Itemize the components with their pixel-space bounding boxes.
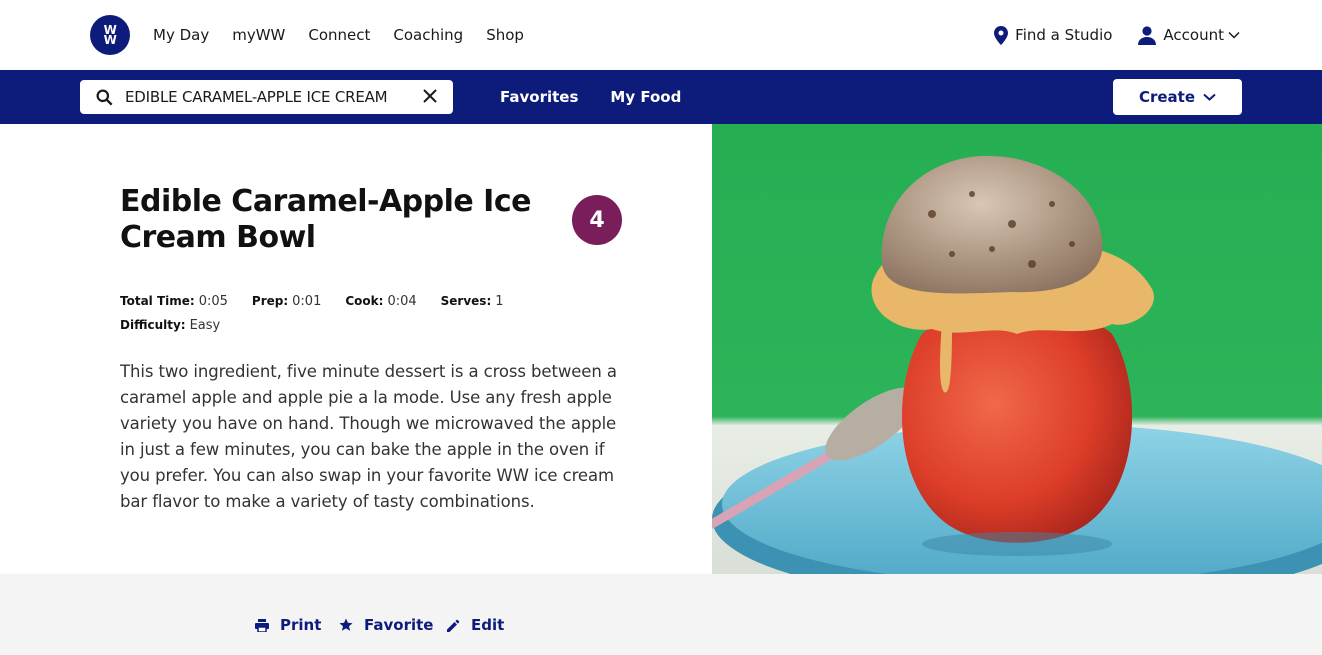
recipe-description: This two ingredient, five minute dessert… [120, 362, 617, 511]
serves: Serves: 1 [440, 293, 504, 309]
search-input[interactable] [125, 88, 405, 106]
location-pin-icon [994, 25, 1009, 45]
search-box [80, 80, 453, 114]
nav-myww[interactable]: myWW [232, 26, 285, 44]
nav-connect[interactable]: Connect [308, 26, 370, 44]
edit-button[interactable]: Edit [447, 616, 504, 634]
star-icon [339, 618, 353, 631]
recipe-header: Edible Caramel-Apple Ice Cream Bowl 4 To… [0, 124, 712, 574]
nav-right: Find a Studio Account [994, 0, 1240, 70]
create-button[interactable]: Create [1113, 79, 1242, 115]
edit-label: Edit [471, 616, 505, 634]
print-button[interactable]: Print [255, 616, 321, 634]
user-icon [1138, 25, 1157, 45]
main-nav-links: My Day myWW Connect Coaching Shop [153, 0, 547, 70]
favorites-link[interactable]: Favorites [500, 88, 578, 106]
sub-navigation: Favorites My Food Create [0, 70, 1322, 124]
find-studio-link[interactable]: Find a Studio [994, 25, 1113, 45]
account-menu[interactable]: Account [1138, 25, 1240, 45]
clear-search-icon[interactable] [421, 87, 439, 105]
ww-logo[interactable]: W W [90, 15, 130, 55]
my-food-link[interactable]: My Food [610, 88, 681, 106]
pencil-icon [447, 619, 460, 632]
nav-coaching[interactable]: Coaching [393, 26, 463, 44]
favorite-label: Favorite [364, 616, 434, 634]
chevron-down-icon [1203, 93, 1216, 101]
recipe-actions: Print Favorite Edit [0, 574, 1322, 655]
search-icon [96, 89, 113, 106]
favorite-button[interactable]: Favorite [339, 616, 433, 634]
print-label: Print [280, 616, 322, 634]
find-studio-label: Find a Studio [1015, 26, 1113, 44]
recipe-meta: Total Time: 0:05 Prep: 0:01 Cook: 0:04 Serv… [120, 289, 528, 337]
logo-letter-bottom: W [103, 33, 117, 47]
nav-my-day[interactable]: My Day [153, 26, 209, 44]
sub-nav-links: Favorites My Food [500, 70, 713, 124]
difficulty: Difficulty: Easy [120, 317, 221, 333]
nav-shop[interactable]: Shop [486, 26, 524, 44]
recipe-photo [712, 124, 1322, 574]
recipe-title: Edible Caramel-Apple Ice Cream Bowl [120, 184, 531, 255]
total-time: Total Time: 0:05 [120, 293, 228, 309]
account-label: Account [1163, 26, 1224, 44]
create-label: Create [1138, 88, 1196, 106]
printer-icon [255, 618, 269, 632]
top-navigation: W W My Day myWW Connect Coaching Shop Fi… [0, 0, 1322, 70]
cook-time: Cook: 0:04 [345, 293, 417, 309]
points-badge: 4 [572, 195, 622, 245]
prep-time: Prep: 0:01 [251, 293, 322, 309]
chevron-down-icon [1228, 31, 1240, 39]
